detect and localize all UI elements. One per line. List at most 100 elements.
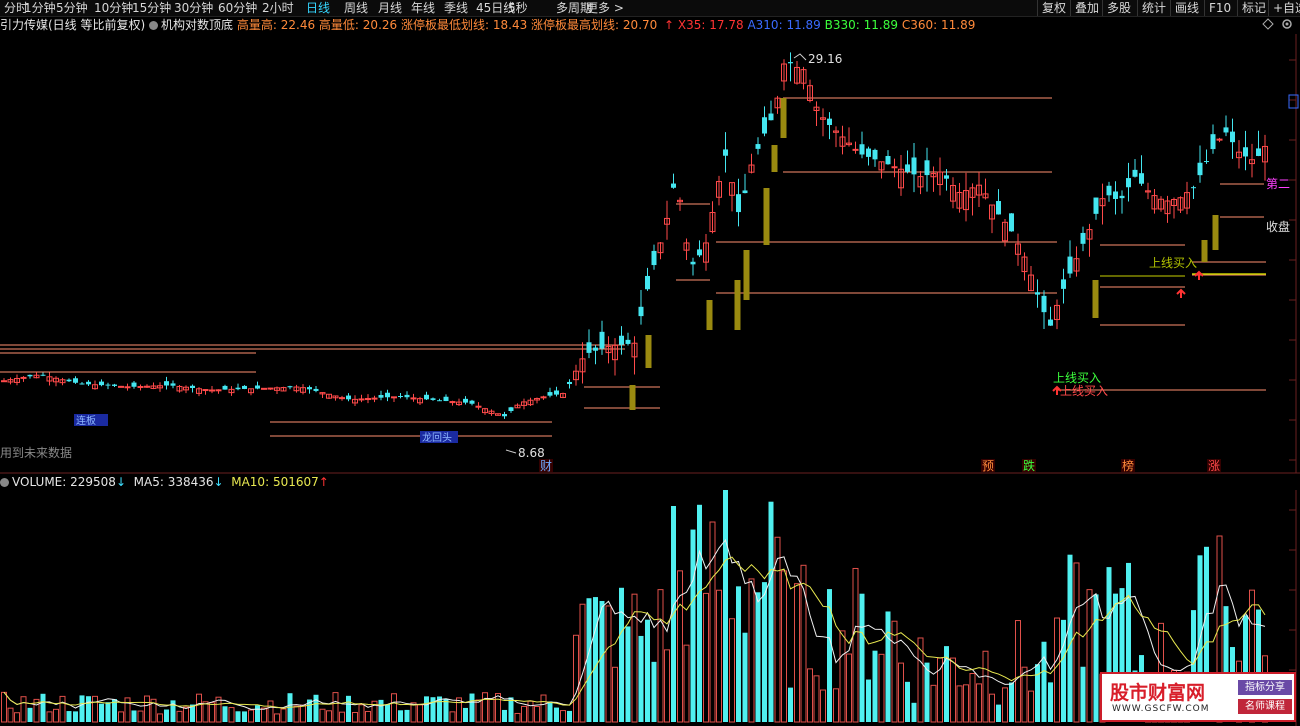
volume-bar bbox=[905, 681, 910, 722]
limit-up-candle bbox=[763, 188, 770, 245]
candle-body bbox=[1210, 134, 1216, 150]
blue-tag-2: 龙回头 bbox=[422, 431, 452, 444]
volume-bar bbox=[878, 653, 885, 723]
candle-body bbox=[99, 381, 104, 386]
kline-chart[interactable]: 29.168.68用到未来数据财预跌榜涨上线买入上线买入上线买入第二收盘连板龙回… bbox=[0, 0, 1300, 726]
volume-bar bbox=[300, 704, 306, 723]
candle-body bbox=[645, 275, 650, 290]
volume-bar bbox=[1009, 682, 1014, 722]
volume-bar bbox=[898, 662, 904, 723]
volume-bar bbox=[976, 683, 982, 723]
volume-bar bbox=[540, 694, 547, 723]
volume-bar bbox=[846, 653, 852, 723]
volume-bar bbox=[99, 703, 104, 722]
candle-body bbox=[371, 397, 378, 400]
volume-bar bbox=[346, 695, 351, 722]
watermark-site: 股市财富网 bbox=[1110, 682, 1206, 704]
candle-body bbox=[859, 144, 865, 155]
candle-body bbox=[437, 400, 442, 402]
candle-body bbox=[866, 148, 871, 157]
volume-bar bbox=[619, 587, 624, 722]
volume-bar bbox=[274, 713, 280, 723]
volume-bar bbox=[228, 707, 235, 723]
candle-body bbox=[905, 164, 910, 172]
candle-body bbox=[1216, 138, 1223, 141]
candle-body bbox=[1132, 169, 1138, 177]
volume-bar bbox=[1048, 682, 1053, 722]
volume-bar bbox=[508, 697, 514, 722]
volume-bar bbox=[781, 570, 787, 723]
candle-body bbox=[547, 392, 553, 396]
candle-body bbox=[164, 381, 169, 386]
candle-body bbox=[255, 385, 260, 389]
candle-body bbox=[736, 194, 741, 213]
volume-bar bbox=[1, 691, 7, 723]
volume-bar bbox=[1086, 589, 1093, 723]
volume-bar bbox=[137, 710, 144, 723]
volume-bar bbox=[176, 710, 183, 723]
limit-up-candle bbox=[629, 385, 636, 410]
volume-bar bbox=[664, 649, 670, 723]
candle-body bbox=[638, 306, 644, 317]
candle-body bbox=[944, 175, 949, 179]
limit-up-candle bbox=[706, 300, 713, 330]
volume-bar bbox=[73, 711, 78, 722]
volume-bar bbox=[118, 711, 124, 723]
candle-body bbox=[554, 390, 559, 395]
volume-bar bbox=[261, 707, 267, 723]
candle-body bbox=[1256, 148, 1261, 156]
volume-bar bbox=[1041, 641, 1047, 722]
volume-bar bbox=[202, 701, 209, 723]
buy-signal-3: 上线买入 bbox=[1149, 256, 1197, 270]
volume-bar bbox=[514, 712, 521, 723]
limit-up-candle bbox=[743, 250, 750, 300]
volume-bar bbox=[332, 692, 339, 723]
marker-die: 跌 bbox=[1023, 458, 1035, 473]
limit-up-candle bbox=[1092, 280, 1099, 318]
volume-ma5-line bbox=[3, 539, 1266, 710]
candle-body bbox=[86, 381, 91, 385]
volume-bar bbox=[852, 567, 859, 723]
candle-body bbox=[625, 339, 631, 344]
candle-body bbox=[410, 397, 417, 400]
candle-body bbox=[404, 394, 410, 398]
volume-bar bbox=[475, 699, 482, 723]
volume-bar bbox=[911, 702, 917, 722]
candle-body bbox=[463, 398, 468, 403]
volume-bar bbox=[391, 693, 397, 723]
candle-body bbox=[508, 407, 514, 412]
candle-body bbox=[586, 342, 592, 353]
volume-bar bbox=[547, 701, 553, 722]
volume-bar bbox=[488, 698, 495, 723]
volume-bar bbox=[716, 589, 722, 723]
volume-bar bbox=[14, 712, 20, 723]
volume-bar bbox=[683, 644, 690, 723]
candle-body bbox=[105, 384, 111, 386]
candle-body bbox=[66, 379, 72, 382]
future-data-note: 用到未来数据 bbox=[0, 445, 72, 460]
volume-bar bbox=[365, 710, 371, 723]
volume-bar bbox=[612, 666, 618, 723]
volume-bar bbox=[1054, 617, 1060, 723]
second-label: 第二 bbox=[1266, 177, 1290, 191]
volume-bar bbox=[833, 688, 839, 723]
candle-body bbox=[170, 383, 176, 386]
candle-body bbox=[723, 149, 728, 156]
volume-bar bbox=[638, 635, 644, 722]
volume-bar bbox=[956, 685, 963, 723]
volume-bar bbox=[196, 693, 202, 723]
marker-bang: 榜 bbox=[1122, 458, 1134, 473]
volume-bar bbox=[339, 711, 345, 723]
volume-bar bbox=[7, 707, 14, 723]
volume-bar bbox=[482, 692, 488, 723]
volume-bar bbox=[255, 705, 260, 722]
volume-bar bbox=[736, 586, 741, 722]
candle-body bbox=[762, 117, 767, 134]
candle-body bbox=[287, 386, 293, 388]
candle-body bbox=[1106, 185, 1112, 196]
candle-body bbox=[1, 380, 7, 383]
candle-body bbox=[222, 385, 228, 390]
volume-bar bbox=[1015, 620, 1021, 723]
volume-bar bbox=[222, 706, 228, 722]
candle-body bbox=[339, 397, 345, 400]
